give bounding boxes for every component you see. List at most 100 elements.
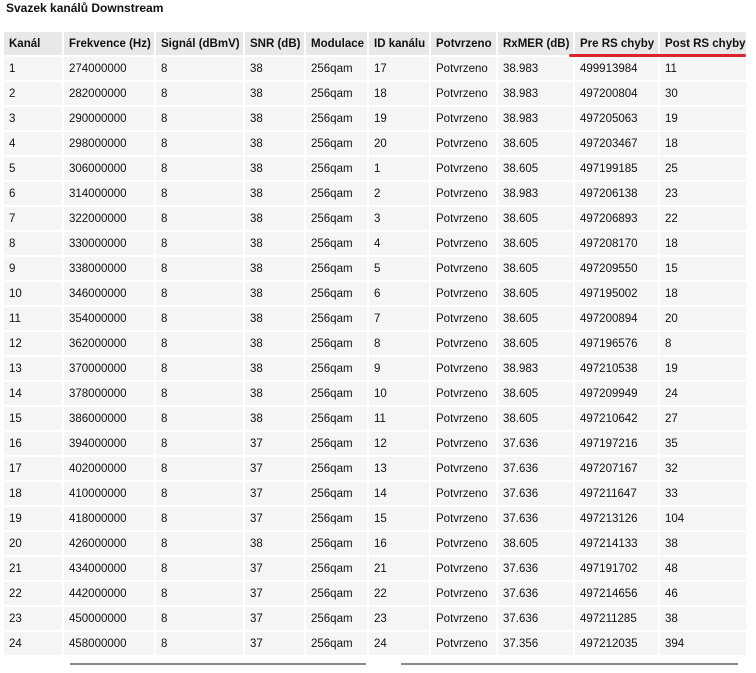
cell-snr: 38	[245, 532, 304, 555]
table-row: 20 426000000 8 38 256qam 16 Potvrzeno 38.605 497…	[4, 532, 746, 555]
column-header-channel-id: ID kanálu	[369, 32, 429, 55]
cell-rxmer: 37.636	[498, 482, 573, 505]
cell-snr: 38	[245, 82, 304, 105]
table-row: 17 402000000 8 37 256qam 13 Potvrzeno 37.636 497…	[4, 457, 746, 480]
cell-snr: 37	[245, 507, 304, 530]
column-header-pre-rs-errors: Pre RS chyby	[575, 32, 658, 55]
cell-channel-id: 9	[369, 357, 429, 380]
cell-frequency: 346000000	[64, 282, 154, 305]
cell-frequency: 354000000	[64, 307, 154, 330]
cell-post-rs-errors: 25	[660, 157, 746, 180]
cell-pre-rs-errors: 497205063	[575, 107, 658, 130]
cell-locked: Potvrzeno	[431, 132, 496, 155]
cell-channel-id: 2	[369, 182, 429, 205]
cell-channel: 3	[4, 107, 62, 130]
cell-modulation: 256qam	[306, 157, 367, 180]
cell-modulation: 256qam	[306, 57, 367, 80]
cell-frequency: 306000000	[64, 157, 154, 180]
cell-locked: Potvrzeno	[431, 482, 496, 505]
rs-errors-highlight-underline	[569, 54, 746, 57]
table-row: 8 330000000 8 38 256qam 4 Potvrzeno 38.605 49720…	[4, 232, 746, 255]
cell-locked: Potvrzeno	[431, 57, 496, 80]
cell-post-rs-errors: 35	[660, 432, 746, 455]
cell-post-rs-errors: 18	[660, 232, 746, 255]
cell-channel: 23	[4, 607, 62, 630]
table-header-row: Kanál Frekvence (Hz) Signál (dBmV) SNR (…	[4, 32, 746, 55]
table-row: 23 450000000 8 37 256qam 23 Potvrzeno 37.636 497…	[4, 607, 746, 630]
cell-snr: 38	[245, 207, 304, 230]
cell-frequency: 418000000	[64, 507, 154, 530]
cell-signal: 8	[156, 582, 243, 605]
cell-rxmer: 38.605	[498, 257, 573, 280]
cell-rxmer: 38.983	[498, 57, 573, 80]
cell-post-rs-errors: 11	[660, 57, 746, 80]
column-header-snr: SNR (dB)	[245, 32, 304, 55]
cell-frequency: 330000000	[64, 232, 154, 255]
cell-snr: 38	[245, 307, 304, 330]
cell-channel-id: 24	[369, 632, 429, 655]
cell-locked: Potvrzeno	[431, 432, 496, 455]
cell-channel: 11	[4, 307, 62, 330]
cell-channel: 20	[4, 532, 62, 555]
cell-post-rs-errors: 394	[660, 632, 746, 655]
cell-modulation: 256qam	[306, 357, 367, 380]
cell-channel-id: 17	[369, 57, 429, 80]
cell-frequency: 426000000	[64, 532, 154, 555]
cell-rxmer: 38.605	[498, 132, 573, 155]
table-row: 10 346000000 8 38 256qam 6 Potvrzeno 38.605 4971…	[4, 282, 746, 305]
cell-channel: 4	[4, 132, 62, 155]
cell-rxmer: 38.605	[498, 382, 573, 405]
cell-signal: 8	[156, 482, 243, 505]
cell-frequency: 322000000	[64, 207, 154, 230]
table-row: 18 410000000 8 37 256qam 14 Potvrzeno 37.636 497…	[4, 482, 746, 505]
cell-post-rs-errors: 32	[660, 457, 746, 480]
cell-pre-rs-errors: 497199185	[575, 157, 658, 180]
cell-locked: Potvrzeno	[431, 357, 496, 380]
cell-pre-rs-errors: 497195002	[575, 282, 658, 305]
cell-modulation: 256qam	[306, 532, 367, 555]
cell-modulation: 256qam	[306, 232, 367, 255]
cell-post-rs-errors: 33	[660, 482, 746, 505]
cell-channel-id: 4	[369, 232, 429, 255]
cell-signal: 8	[156, 332, 243, 355]
cell-modulation: 256qam	[306, 132, 367, 155]
scrollbar-right[interactable]	[401, 663, 738, 665]
cell-channel-id: 19	[369, 107, 429, 130]
cell-post-rs-errors: 27	[660, 407, 746, 430]
cell-signal: 8	[156, 382, 243, 405]
cell-modulation: 256qam	[306, 407, 367, 430]
cell-locked: Potvrzeno	[431, 107, 496, 130]
cell-channel-id: 18	[369, 82, 429, 105]
cell-frequency: 282000000	[64, 82, 154, 105]
cell-pre-rs-errors: 497200894	[575, 307, 658, 330]
table-row: 4 298000000 8 38 256qam 20 Potvrzeno 38.605 4972…	[4, 132, 746, 155]
cell-rxmer: 37.356	[498, 632, 573, 655]
cell-rxmer: 38.605	[498, 307, 573, 330]
table-row: 15 386000000 8 38 256qam 11 Potvrzeno 38.605 497…	[4, 407, 746, 430]
table-body: 1 274000000 8 38 256qam 17 Potvrzeno 38.983 4999…	[4, 57, 746, 655]
cell-locked: Potvrzeno	[431, 282, 496, 305]
cell-snr: 38	[245, 57, 304, 80]
cell-snr: 38	[245, 282, 304, 305]
cell-modulation: 256qam	[306, 582, 367, 605]
cell-pre-rs-errors: 497206893	[575, 207, 658, 230]
cell-channel: 10	[4, 282, 62, 305]
cell-modulation: 256qam	[306, 432, 367, 455]
table-row: 3 290000000 8 38 256qam 19 Potvrzeno 38.983 4972…	[4, 107, 746, 130]
cell-snr: 37	[245, 582, 304, 605]
cell-post-rs-errors: 19	[660, 357, 746, 380]
cell-signal: 8	[156, 607, 243, 630]
cell-post-rs-errors: 20	[660, 307, 746, 330]
cell-rxmer: 37.636	[498, 507, 573, 530]
cell-rxmer: 38.605	[498, 532, 573, 555]
cell-pre-rs-errors: 497191702	[575, 557, 658, 580]
cell-locked: Potvrzeno	[431, 207, 496, 230]
cell-frequency: 314000000	[64, 182, 154, 205]
page-title: Svazek kanálů Downstream	[6, 1, 164, 15]
cell-modulation: 256qam	[306, 282, 367, 305]
cell-frequency: 378000000	[64, 382, 154, 405]
cell-signal: 8	[156, 632, 243, 655]
cell-pre-rs-errors: 497203467	[575, 132, 658, 155]
cell-modulation: 256qam	[306, 507, 367, 530]
scrollbar-left[interactable]	[70, 663, 366, 665]
